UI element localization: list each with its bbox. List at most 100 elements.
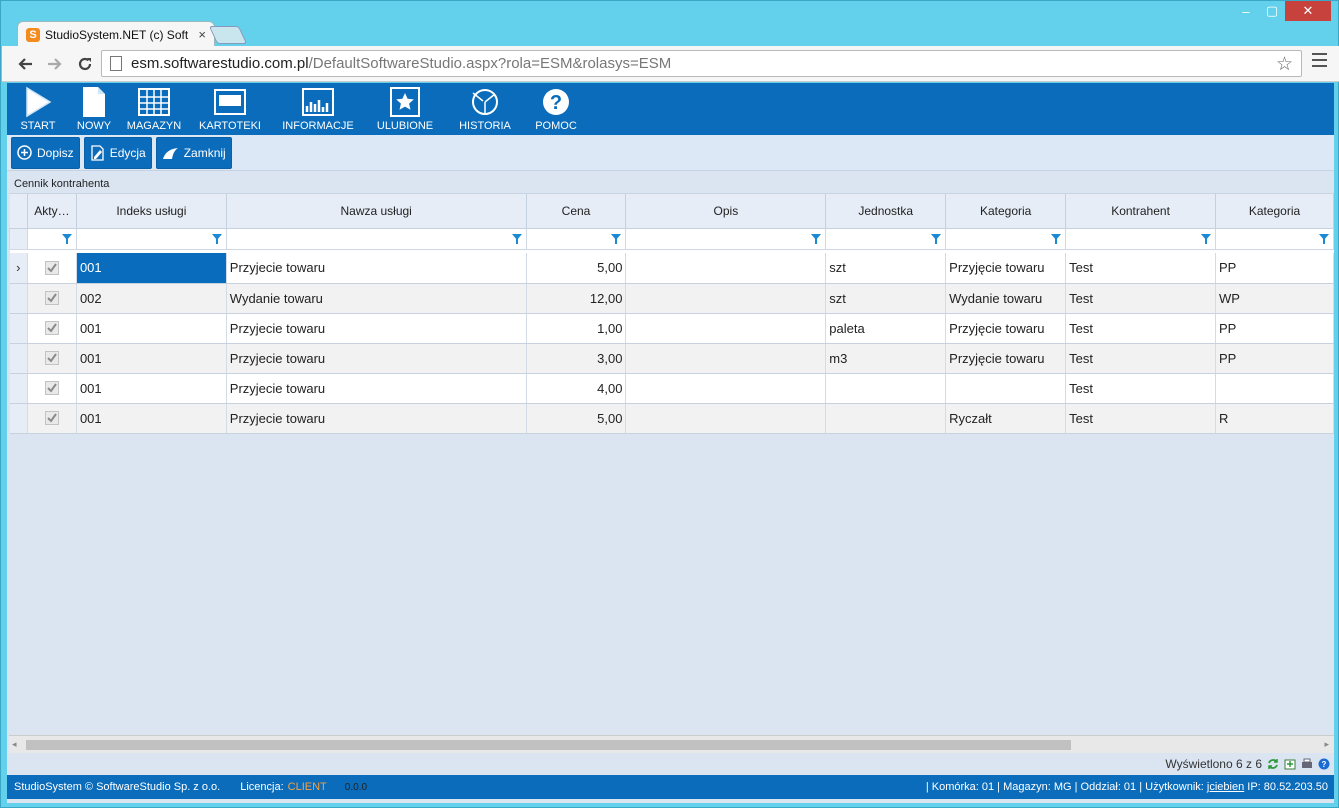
row-indicator[interactable] [9, 343, 28, 374]
cell-index[interactable]: 001 [76, 373, 227, 404]
cell-category2[interactable]: PP [1215, 253, 1334, 284]
export-icon[interactable] [1284, 758, 1296, 770]
cell-contractor[interactable]: Test [1065, 283, 1216, 314]
row-indicator[interactable]: › [9, 253, 28, 284]
active-checkbox-cell[interactable] [27, 343, 77, 374]
scrollbar-thumb[interactable] [26, 740, 1071, 750]
cell-index[interactable]: 001 [76, 403, 227, 434]
filter-icon[interactable] [611, 233, 622, 244]
user-link[interactable]: jciebien [1207, 781, 1244, 793]
cell-name[interactable]: Przyjecie towaru [226, 373, 527, 404]
tab-close-icon[interactable]: × [198, 27, 206, 42]
column-header[interactable]: Cena [526, 194, 627, 229]
active-checkbox-cell[interactable] [27, 313, 77, 344]
cell-category2[interactable]: PP [1215, 343, 1334, 374]
cell-category2[interactable]: PP [1215, 313, 1334, 344]
filter-cell[interactable] [1065, 227, 1216, 250]
ribbon-ulubione[interactable]: ULUBIONE [365, 83, 445, 135]
cell-desc[interactable] [625, 343, 827, 374]
horizontal-scrollbar[interactable]: ◂ ▸ [9, 735, 1334, 753]
checkbox-checked-icon[interactable] [44, 260, 59, 275]
cell-unit[interactable] [825, 403, 947, 434]
checkbox-checked-icon[interactable] [44, 411, 59, 425]
cell-category[interactable]: Przyjęcie towaru [945, 253, 1067, 284]
ribbon-informacje[interactable]: INFORMACJE [271, 83, 365, 135]
cell-contractor[interactable]: Test [1065, 343, 1216, 374]
add-button[interactable]: Dopisz [11, 136, 80, 169]
ribbon-kartoteki[interactable]: KARTOTEKI [189, 83, 271, 135]
cell-category[interactable]: Ryczałt [945, 403, 1067, 434]
cell-index[interactable]: 001 [76, 343, 227, 374]
close-button[interactable]: Zamknij [155, 136, 232, 169]
row-indicator[interactable] [9, 373, 28, 404]
cell-name[interactable]: Przyjecie towaru [226, 343, 527, 374]
scroll-right-icon[interactable]: ▸ [1324, 739, 1329, 750]
cell-category[interactable]: Przyjęcie towaru [945, 343, 1067, 374]
cell-unit[interactable]: m3 [825, 343, 947, 374]
filter-icon[interactable] [1201, 233, 1211, 244]
refresh-icon[interactable] [1267, 758, 1279, 770]
scroll-left-icon[interactable]: ◂ [12, 739, 17, 750]
row-indicator[interactable] [9, 403, 28, 434]
active-checkbox-cell[interactable] [27, 253, 77, 284]
filter-cell[interactable] [225, 227, 527, 250]
column-header[interactable]: Opis [625, 194, 827, 229]
browser-menu-icon[interactable] [1312, 53, 1327, 71]
checkbox-checked-icon[interactable] [44, 291, 59, 305]
bookmark-star-icon[interactable]: ☆ [1276, 53, 1293, 76]
filter-icon[interactable] [811, 233, 822, 244]
cell-desc[interactable] [625, 253, 827, 284]
checkbox-checked-icon[interactable] [44, 351, 59, 365]
edit-button[interactable]: Edycja [83, 136, 152, 169]
forward-button[interactable] [40, 49, 70, 79]
cell-name[interactable]: Przyjecie towaru [226, 313, 527, 344]
column-header[interactable]: Kontrahent [1065, 194, 1216, 229]
filter-icon[interactable] [1051, 233, 1062, 244]
cell-contractor[interactable]: Test [1065, 253, 1216, 284]
row-indicator[interactable] [9, 313, 28, 344]
minimize-button[interactable]: – [1233, 1, 1259, 21]
filter-icon[interactable] [61, 233, 72, 244]
cell-category[interactable]: Wydanie towaru [945, 283, 1067, 314]
reload-button[interactable] [70, 49, 100, 79]
table-row[interactable]: 001 Przyjecie towaru 3,00 m3 Przyjęcie towar… [9, 343, 1334, 374]
table-row[interactable]: 001 Przyjecie towaru 5,00 Ryczałt Test R [9, 403, 1334, 434]
cell-category2[interactable] [1215, 373, 1334, 404]
cell-price[interactable]: 1,00 [526, 313, 627, 344]
cell-desc[interactable] [625, 283, 827, 314]
cell-price[interactable]: 3,00 [526, 343, 627, 374]
filter-cell[interactable] [625, 227, 827, 250]
maximize-button[interactable]: ▢ [1259, 1, 1285, 21]
column-header[interactable]: Nawza usługi [226, 194, 527, 229]
address-bar[interactable]: esm.softwarestudio.com.pl/DefaultSoftwar… [101, 50, 1302, 77]
cell-contractor[interactable]: Test [1065, 403, 1216, 434]
cell-category2[interactable]: R [1215, 403, 1334, 434]
cell-unit[interactable] [825, 373, 947, 404]
ribbon-start[interactable]: START [7, 83, 69, 135]
column-header[interactable]: Akty… [27, 194, 77, 229]
cell-contractor[interactable]: Test [1065, 313, 1216, 344]
cell-unit[interactable]: szt [825, 283, 947, 314]
cell-index[interactable]: 001 [76, 253, 227, 284]
filter-icon[interactable] [211, 233, 222, 244]
table-row[interactable]: 001 Przyjecie towaru 1,00 paleta Przyjęcie t… [9, 313, 1334, 344]
filter-cell[interactable] [525, 227, 627, 250]
cell-price[interactable]: 12,00 [526, 283, 627, 314]
checkbox-checked-icon[interactable] [44, 321, 59, 335]
cell-index[interactable]: 002 [76, 283, 227, 314]
help-small-icon[interactable]: ? [1318, 758, 1330, 770]
cell-index[interactable]: 001 [76, 313, 227, 344]
cell-category[interactable]: Przyjęcie towaru [945, 313, 1067, 344]
cell-unit[interactable]: paleta [825, 313, 947, 344]
cell-price[interactable]: 5,00 [526, 253, 627, 284]
browser-tab[interactable]: S StudioSystem.NET (c) Soft × [17, 21, 215, 47]
ribbon-pomoc[interactable]: ? POMOC [525, 83, 587, 135]
cell-price[interactable]: 4,00 [526, 373, 627, 404]
back-button[interactable] [10, 49, 40, 79]
checkbox-checked-icon[interactable] [44, 381, 59, 395]
table-row[interactable]: 002 Wydanie towaru 12,00 szt Wydanie towaru T… [9, 283, 1334, 314]
filter-cell[interactable] [1215, 227, 1334, 250]
ribbon-magazyn[interactable]: MAGAZYN [119, 83, 189, 135]
row-indicator[interactable] [9, 283, 28, 314]
cell-name[interactable]: Przyjecie towaru [226, 253, 527, 284]
